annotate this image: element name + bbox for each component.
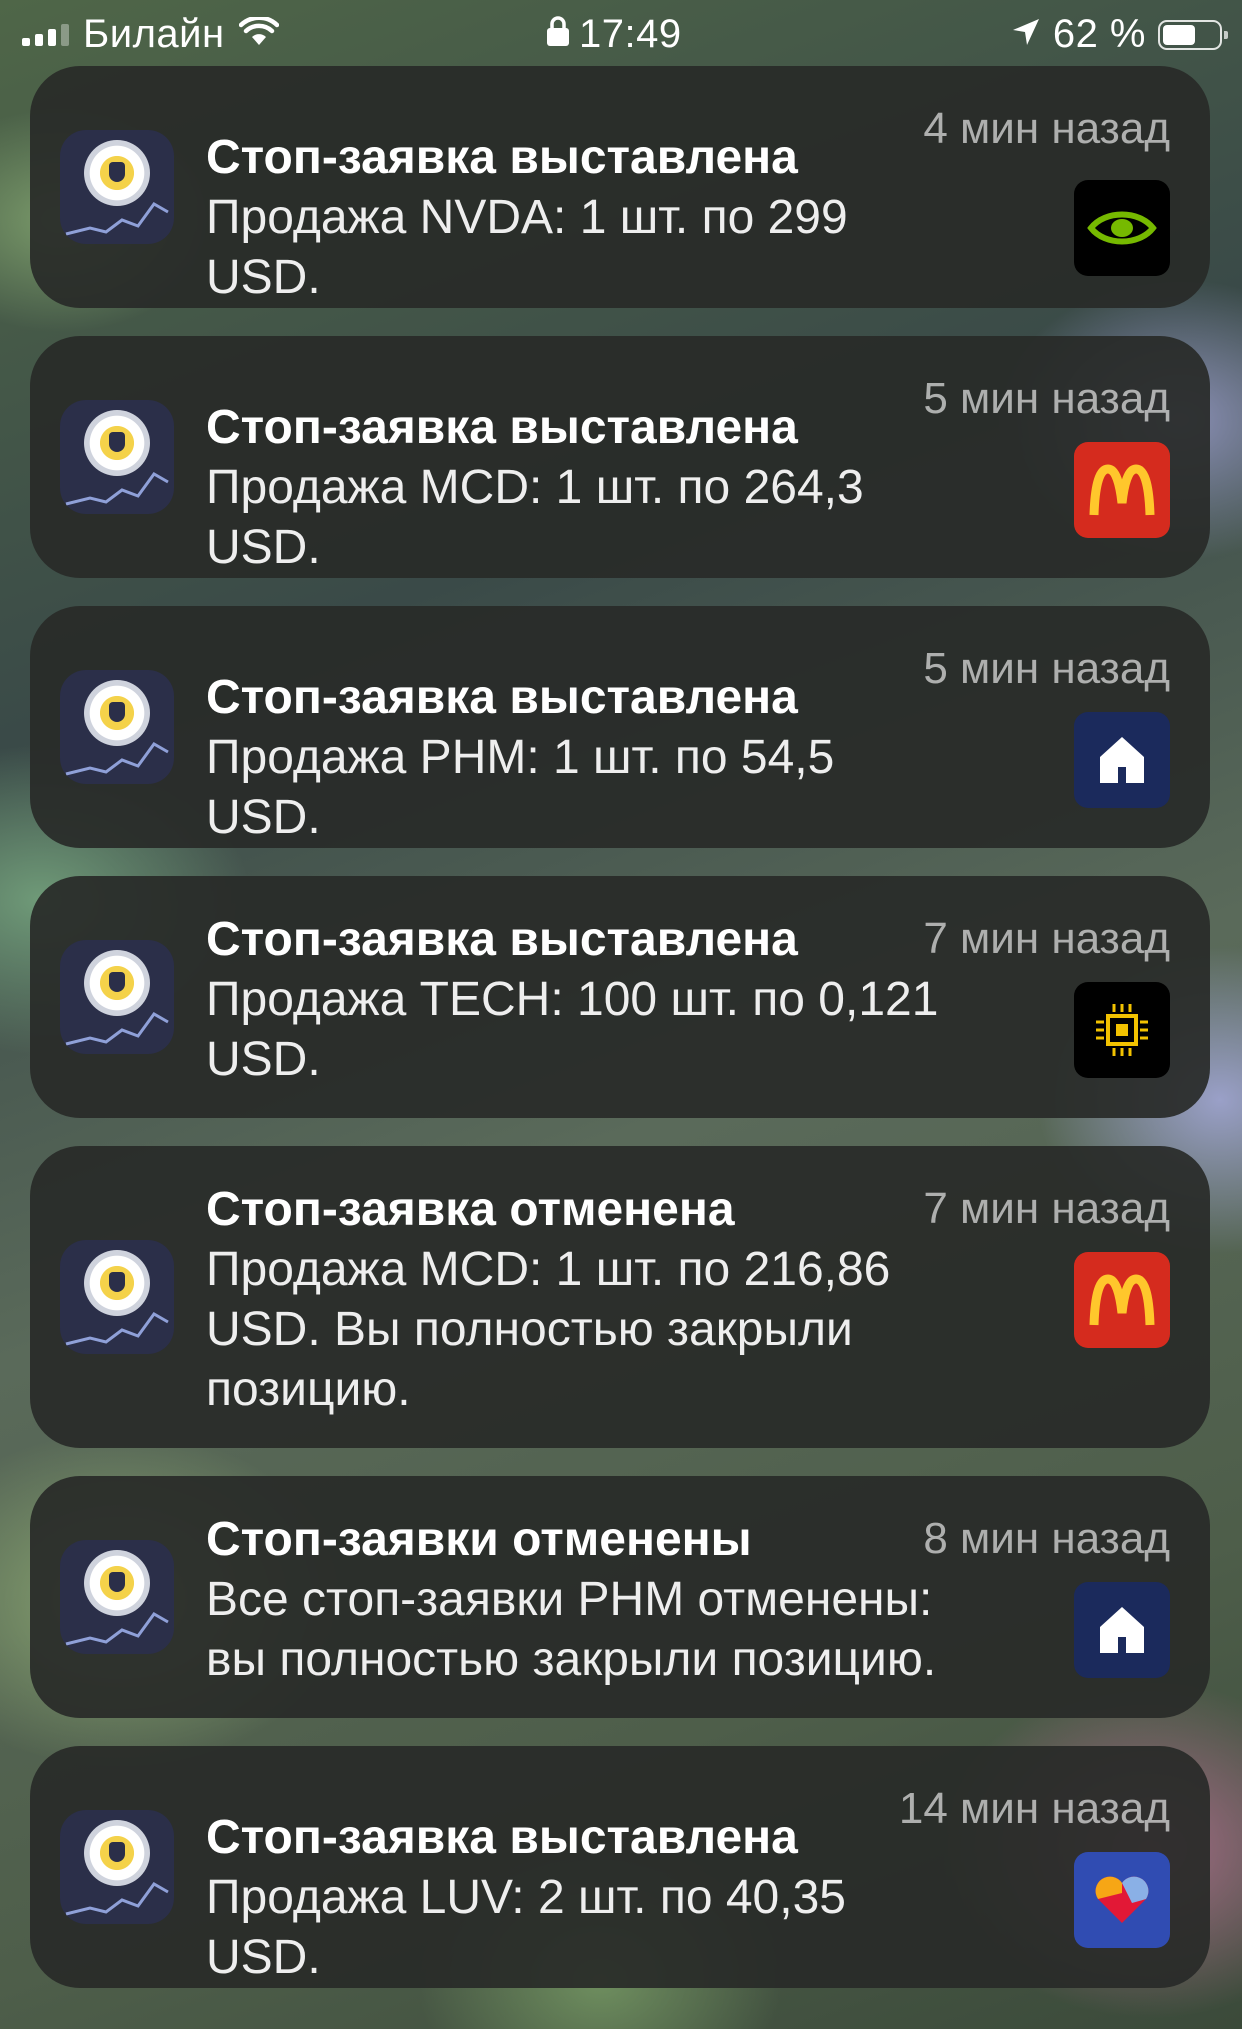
notification-title: Стоп-заявка выставлена [206, 401, 798, 454]
notification-card[interactable]: Стоп-заявка выставлена Продажа TECH: 100… [30, 876, 1210, 1118]
nvidia-logo-icon [1074, 180, 1170, 276]
wifi-icon [238, 12, 279, 57]
notification-card[interactable]: Стоп-заявка выставлена Продажа NVDA: 1 ш… [30, 66, 1210, 308]
lock-icon [545, 12, 571, 57]
notification-time: 4 мин назад [923, 104, 1170, 153]
chip-icon [1074, 982, 1170, 1078]
status-bar: Билайн 17:49 62 % [0, 0, 1242, 70]
notification-body: Продажа MCD: 1 шт. по 216,86 USD. Вы пол… [206, 1243, 891, 1416]
notification-time: 5 мин назад [923, 374, 1170, 423]
southwest-heart-icon [1074, 1852, 1170, 1948]
signal-icon [22, 23, 69, 46]
notification-title: Стоп-заявка выставлена [206, 913, 798, 966]
tinkoff-app-icon [60, 940, 174, 1054]
notification-body: Продажа LUV: 2 шт. по 40,35 USD. [206, 1871, 846, 1984]
location-arrow-icon [1011, 12, 1041, 57]
clock: 17:49 [579, 12, 682, 56]
battery-percent: 62 % [1052, 12, 1146, 56]
tinkoff-app-icon [60, 670, 174, 784]
tinkoff-app-icon [60, 1810, 174, 1924]
notification-card[interactable]: Стоп-заявка выставлена Продажа LUV: 2 шт… [30, 1746, 1210, 1988]
notification-card[interactable]: Стоп-заявки отменены Все стоп-заявки PHM… [30, 1476, 1210, 1718]
notification-time: 7 мин назад [923, 914, 1170, 963]
mcdonalds-logo-icon [1074, 1252, 1170, 1348]
notification-body: Продажа TECH: 100 шт. по 0,121 USD. [206, 973, 939, 1086]
battery-icon [1158, 19, 1228, 50]
notification-body: Продажа MCD: 1 шт. по 264,3 USD. [206, 461, 864, 574]
notification-title: Стоп-заявка выставлена [206, 671, 798, 724]
notification-title: Стоп-заявка выставлена [206, 1811, 798, 1864]
notification-time: 14 мин назад [898, 1784, 1170, 1833]
notification-card[interactable]: Стоп-заявка отменена Продажа MCD: 1 шт. … [30, 1146, 1210, 1448]
notification-time: 7 мин назад [923, 1184, 1170, 1233]
notification-body: Все стоп-заявки PHM отменены: вы полност… [206, 1573, 937, 1686]
notification-body: Продажа PHM: 1 шт. по 54,5 USD. [206, 731, 835, 844]
tinkoff-app-icon [60, 130, 174, 244]
notification-card[interactable]: Стоп-заявка выставлена Продажа MCD: 1 шт… [30, 336, 1210, 578]
carrier-label: Билайн [83, 12, 225, 56]
pultegroup-house-icon [1074, 1582, 1170, 1678]
pultegroup-house-icon [1074, 712, 1170, 808]
notification-body: Продажа NVDA: 1 шт. по 299 USD. [206, 191, 848, 304]
notification-title: Стоп-заявки отменены [206, 1513, 752, 1566]
tinkoff-app-icon [60, 1540, 174, 1654]
notification-title: Стоп-заявка отменена [206, 1183, 735, 1236]
tinkoff-app-icon [60, 1240, 174, 1354]
tinkoff-app-icon [60, 400, 174, 514]
notification-card[interactable]: Стоп-заявка выставлена Продажа PHM: 1 шт… [30, 606, 1210, 848]
notification-title: Стоп-заявка выставлена [206, 131, 798, 184]
notification-time: 5 мин назад [923, 644, 1170, 693]
mcdonalds-logo-icon [1074, 442, 1170, 538]
notification-time: 8 мин назад [923, 1514, 1170, 1563]
